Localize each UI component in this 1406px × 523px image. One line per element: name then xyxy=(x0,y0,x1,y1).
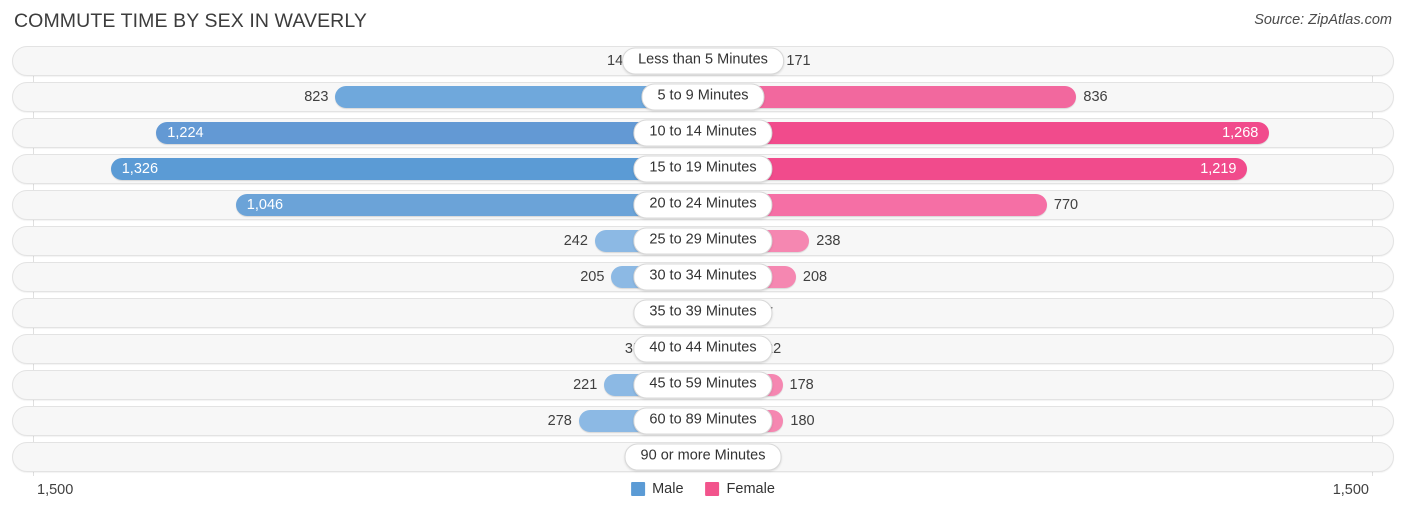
bar-row[interactable]: 1,046 770 20 to 24 Minutes xyxy=(12,190,1394,220)
bar-row[interactable]: 823 836 5 to 9 Minutes xyxy=(12,82,1394,112)
female-side: 238 xyxy=(703,227,1393,255)
category-label-pill: 40 to 44 Minutes xyxy=(633,335,773,363)
category-label-pill: 35 to 39 Minutes xyxy=(633,299,773,327)
chart-footer: 1,500 1,500 Male Female xyxy=(12,476,1394,516)
male-value-label: 221 xyxy=(573,377,598,393)
page-title: COMMUTE TIME BY SEX IN WAVERLY xyxy=(14,10,367,32)
axis-label-left: 1,500 xyxy=(37,482,74,498)
male-value-label: 1,046 xyxy=(246,197,284,213)
female-side: 171 xyxy=(703,47,1393,75)
female-value-label: 238 xyxy=(816,233,841,249)
legend-swatch-male-icon xyxy=(631,482,646,496)
legend-label-male: Male xyxy=(652,481,684,497)
bar-row[interactable]: 1,224 1,268 10 to 14 Minutes xyxy=(12,118,1394,148)
legend-item-male[interactable]: Male xyxy=(631,481,684,497)
female-value-label: 178 xyxy=(789,377,814,393)
category-label-pill: 45 to 59 Minutes xyxy=(633,371,773,399)
bar-row[interactable]: 6735 to 39 Minutes xyxy=(12,298,1394,328)
male-side: 278 xyxy=(13,407,703,435)
male-side: 1,224 xyxy=(13,119,703,147)
chart-header: COMMUTE TIME BY SEX IN WAVERLY Source: Z… xyxy=(0,0,1406,46)
female-value-label: 1,219 xyxy=(1200,161,1237,177)
male-side: 823 xyxy=(13,83,703,111)
bar-row[interactable]: 492290 or more Minutes xyxy=(12,442,1394,472)
male-value-label: 1,224 xyxy=(167,125,204,141)
male-value-label: 1,326 xyxy=(121,161,159,177)
male-side: 221 xyxy=(13,371,703,399)
category-label-pill: 15 to 19 Minutes xyxy=(633,155,773,183)
female-side: 1,268 xyxy=(703,119,1393,147)
bar-row[interactable]: 278 180 60 to 89 Minutes xyxy=(12,406,1394,436)
legend-item-female[interactable]: Female xyxy=(705,481,775,497)
female-value-label: 836 xyxy=(1083,89,1108,105)
female-side: 22 xyxy=(703,443,1393,471)
male-bar[interactable]: 1,326 xyxy=(110,158,703,180)
male-side: 242 xyxy=(13,227,703,255)
category-label-pill: 20 to 24 Minutes xyxy=(633,191,773,219)
male-bar[interactable]: 1,224 xyxy=(156,122,703,144)
female-value-label: 171 xyxy=(786,53,811,69)
male-side: 1,326 xyxy=(13,155,703,183)
female-value-label: 180 xyxy=(790,413,815,429)
female-side: 770 xyxy=(703,191,1393,219)
male-side: 49 xyxy=(13,443,703,471)
female-side: 836 xyxy=(703,83,1393,111)
female-bar[interactable]: 1,268 xyxy=(703,122,1270,144)
bar-row[interactable]: 352240 to 44 Minutes xyxy=(12,334,1394,364)
male-side: 6 xyxy=(13,299,703,327)
legend-label-female: Female xyxy=(726,481,775,497)
legend-swatch-female-icon xyxy=(705,482,720,496)
category-label-pill: 25 to 29 Minutes xyxy=(633,227,773,255)
female-side: 22 xyxy=(703,335,1393,363)
chart-plot-area: 145 171 Less than 5 Minutes 823 836 5 to 9 Mi… xyxy=(12,46,1394,476)
male-value-label: 242 xyxy=(563,233,588,249)
bar-row[interactable]: 221 178 45 to 59 Minutes xyxy=(12,370,1394,400)
category-label-pill: 5 to 9 Minutes xyxy=(641,83,765,111)
female-value-label: 1,268 xyxy=(1222,125,1259,141)
female-value-label: 770 xyxy=(1053,197,1079,213)
axis-label-right: 1,500 xyxy=(1332,482,1369,498)
category-label-pill: 60 to 89 Minutes xyxy=(633,407,773,435)
female-side: 1,219 xyxy=(703,155,1393,183)
female-side: 178 xyxy=(703,371,1393,399)
source-attribution: Source: ZipAtlas.com xyxy=(1254,12,1392,28)
female-side: 7 xyxy=(703,299,1393,327)
bar-row[interactable]: 145 171 Less than 5 Minutes xyxy=(12,46,1394,76)
male-side: 145 xyxy=(13,47,703,75)
male-side: 35 xyxy=(13,335,703,363)
category-label-pill: 30 to 34 Minutes xyxy=(633,263,773,291)
bar-row[interactable]: 242 238 25 to 29 Minutes xyxy=(12,226,1394,256)
category-label-pill: Less than 5 Minutes xyxy=(622,47,784,75)
female-side: 180 xyxy=(703,407,1393,435)
category-label-pill: 90 or more Minutes xyxy=(624,443,782,471)
bar-rows-container: 145 171 Less than 5 Minutes 823 836 5 to 9 Mi… xyxy=(12,46,1394,472)
female-side: 208 xyxy=(703,263,1393,291)
male-side: 1,046 xyxy=(13,191,703,219)
female-bar[interactable]: 1,219 xyxy=(703,158,1248,180)
bar-row[interactable]: 1,326 1,219 15 to 19 Minutes xyxy=(12,154,1394,184)
male-value-label: 205 xyxy=(580,269,605,285)
female-value-label: 208 xyxy=(802,269,828,285)
male-value-label: 278 xyxy=(547,413,572,429)
chart-legend: Male Female xyxy=(631,481,775,497)
bar-row[interactable]: 205 208 30 to 34 Minutes xyxy=(12,262,1394,292)
male-value-label: 823 xyxy=(304,89,329,105)
category-label-pill: 10 to 14 Minutes xyxy=(633,119,773,147)
male-side: 205 xyxy=(13,263,703,291)
